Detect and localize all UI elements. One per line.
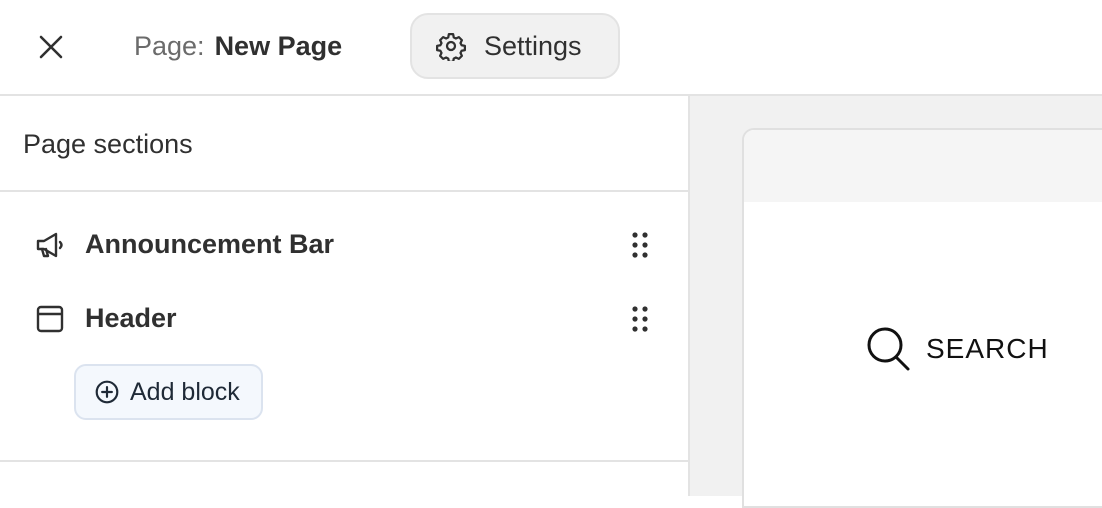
- window-icon: [36, 305, 64, 333]
- section-item-header[interactable]: Header: [0, 288, 688, 348]
- gear-icon: [436, 33, 466, 61]
- search-icon: [867, 327, 910, 371]
- preview-search-link[interactable]: SEARCH: [864, 325, 1049, 373]
- preview-frame: SEARCH: [742, 128, 1102, 508]
- settings-button[interactable]: Settings: [410, 13, 620, 79]
- preview-announcement-strip: [744, 130, 1102, 202]
- sidebar-divider: [0, 190, 688, 192]
- top-bar: Page: New Page Settings: [0, 0, 1102, 96]
- section-label-announcement-bar: Announcement Bar: [85, 229, 335, 259]
- preview-search-label: SEARCH: [926, 333, 1049, 364]
- close-button[interactable]: [28, 24, 74, 70]
- sidebar: Page sections Announcement Bar Header Ad…: [0, 96, 690, 496]
- section-label-header: Header: [85, 303, 177, 333]
- sidebar-title: Page sections: [23, 129, 193, 159]
- drag-handle-icon[interactable]: [630, 304, 650, 334]
- close-icon: [39, 35, 63, 59]
- section-item-announcement-bar[interactable]: Announcement Bar: [0, 214, 688, 274]
- page-name: New Page: [214, 31, 343, 61]
- page-title: Page: New Page: [134, 30, 342, 62]
- page-preview: SEARCH: [690, 96, 1102, 508]
- page-title-prefix: Page:: [134, 31, 205, 61]
- plus-circle-icon: [95, 380, 119, 404]
- megaphone-icon: [36, 232, 63, 258]
- settings-label: Settings: [484, 30, 582, 61]
- drag-handle-icon[interactable]: [630, 230, 650, 260]
- add-block-label: Add block: [130, 377, 240, 406]
- add-block-button[interactable]: Add block: [74, 364, 263, 420]
- sidebar-divider-bottom: [0, 460, 688, 462]
